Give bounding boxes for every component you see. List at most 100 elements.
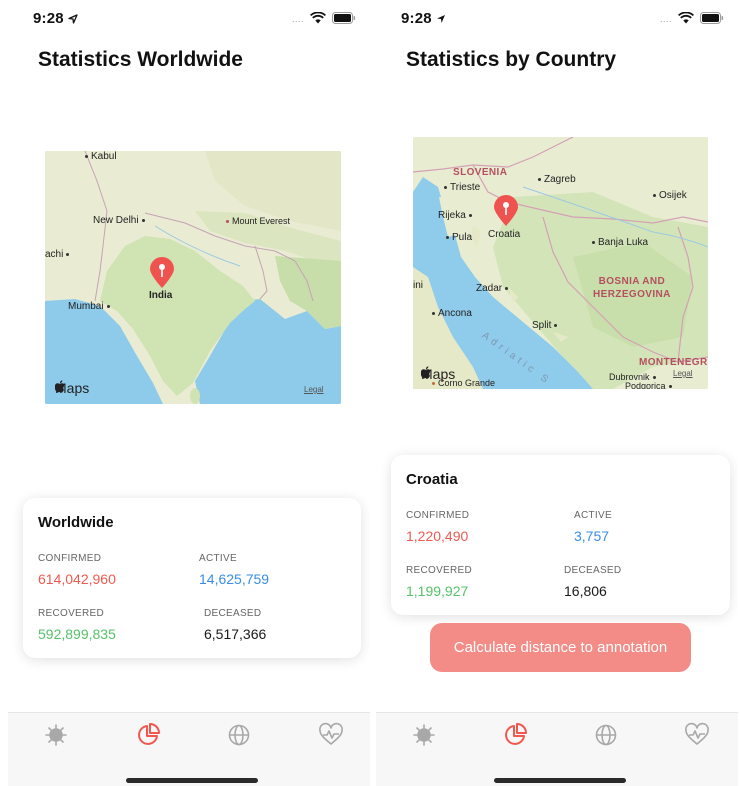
city-dot <box>554 323 558 327</box>
legal-link[interactable]: Legal <box>673 369 693 378</box>
map-label-pula: Pula <box>443 232 472 243</box>
city-dot <box>85 154 88 158</box>
country-screen: 9:28 .... Statistics by Country SLOVENIA… <box>376 0 738 786</box>
city-dot <box>141 218 145 222</box>
map-label-montenegro: MONTENEGR <box>639 357 708 368</box>
location-arrow-icon <box>436 15 445 23</box>
world-map-terrain <box>45 151 341 404</box>
deceased-label: DECEASED <box>204 608 262 619</box>
map-label-trieste-text: Trieste <box>450 182 481 193</box>
city-dot <box>446 235 449 239</box>
active-value: 3,757 <box>574 528 610 544</box>
map-label-achi: achi <box>45 249 72 260</box>
map-label-mount-everest: Mount Everest <box>223 216 290 226</box>
map-label-banja-luka-text: Banja Luka <box>598 237 649 248</box>
confirmed-value: 1,220,490 <box>406 528 469 544</box>
status-time: 9:28 <box>33 10 78 27</box>
city-dot <box>538 177 541 181</box>
active-value: 14,625,759 <box>199 571 270 587</box>
wifi-icon <box>678 11 694 23</box>
map-label-split-text: Split <box>532 320 552 331</box>
city-dot <box>444 185 447 189</box>
map-label-osijek-text: Osijek <box>659 190 687 201</box>
map-pin-icon[interactable] <box>493 195 519 227</box>
legal-link[interactable]: Legal <box>304 385 324 394</box>
city-dot <box>106 304 110 308</box>
status-indicators: .... <box>660 11 724 24</box>
map-label-india: India <box>149 290 173 301</box>
map-label-new-delhi-text: New Delhi <box>93 215 139 226</box>
battery-icon <box>332 11 356 24</box>
city-dot <box>592 240 595 244</box>
map-label-rijeka: Rijeka <box>438 210 475 221</box>
page-title: Statistics Worldwide <box>38 48 243 71</box>
map-label-corno-grande: Corno Grande <box>429 378 495 388</box>
map-label-zadar-text: Zadar <box>476 283 503 294</box>
stats-card: Croatia CONFIRMED 1,220,490 ACTIVE 3,757… <box>391 455 730 615</box>
status-bar: 9:28 .... <box>8 8 370 28</box>
peak-dot <box>432 382 435 386</box>
map-label-croatia: Croatia <box>488 229 521 240</box>
peak-dot <box>226 220 229 224</box>
map-label-pula-text: Pula <box>452 232 473 243</box>
worldwide-screen: 9:28 .... Statistics Worldwide Kabul New… <box>8 0 370 786</box>
map-label-kabul-text: Kabul <box>91 151 117 162</box>
map-label-zagreb-text: Zagreb <box>544 174 576 185</box>
tab-bar <box>376 712 738 786</box>
map-label-zadar: Zadar <box>476 283 511 294</box>
heart-pulse-icon[interactable] <box>317 721 345 749</box>
recovered-label: RECOVERED <box>406 565 473 576</box>
status-indicators: .... <box>292 11 356 24</box>
city-dot <box>468 213 472 217</box>
stats-card: Worldwide CONFIRMED 614,042,960 ACTIVE 1… <box>23 498 361 658</box>
world-map[interactable]: Kabul New Delhi Mount Everest achi Mumba… <box>45 151 341 404</box>
country-map[interactable]: SLOVENIA Trieste Zagreb Osijek Rijeka Pu… <box>413 137 708 389</box>
map-label-mumbai-text: Mumbai <box>68 301 104 312</box>
confirmed-value: 614,042,960 <box>38 571 116 587</box>
heart-pulse-icon[interactable] <box>683 721 711 749</box>
map-label-corno-grande-text: Corno Grande <box>438 378 496 388</box>
wifi-icon <box>310 11 326 23</box>
map-label-bosnia: BOSNIA AND HERZEGOVINA <box>593 276 671 300</box>
status-time-text: 9:28 <box>33 10 64 27</box>
map-label-new-delhi: New Delhi <box>93 215 148 226</box>
confirmed-label: CONFIRMED <box>38 553 102 564</box>
status-time-text: 9:28 <box>401 10 432 27</box>
pie-chart-icon[interactable] <box>134 721 162 749</box>
globe-icon[interactable] <box>225 721 253 749</box>
location-arrow-icon <box>68 14 78 24</box>
map-label-zagreb: Zagreb <box>535 174 576 185</box>
virus-icon[interactable] <box>410 721 438 749</box>
map-label-ancona: Ancona <box>429 308 472 319</box>
card-title: Croatia <box>406 471 458 488</box>
map-label-kabul: Kabul <box>82 151 117 162</box>
map-label-ancona-text: Ancona <box>438 308 472 319</box>
status-bar: 9:28 .... <box>376 8 738 28</box>
city-dot <box>432 311 435 315</box>
map-label-podgorica: Podgorica <box>625 381 675 389</box>
pie-chart-icon[interactable] <box>501 721 529 749</box>
active-label: ACTIVE <box>199 553 237 564</box>
tab-bar <box>8 712 370 786</box>
signal-dots: .... <box>659 14 672 24</box>
calculate-distance-button[interactable]: Calculate distance to annotation <box>430 623 691 672</box>
battery-icon <box>700 11 724 24</box>
card-title: Worldwide <box>38 514 114 531</box>
virus-icon[interactable] <box>42 721 70 749</box>
apple-logo-icon <box>55 380 65 393</box>
status-time: 9:28 <box>401 10 446 27</box>
recovered-value: 1,199,927 <box>406 583 469 599</box>
deceased-label: DECEASED <box>564 565 622 576</box>
city-dot <box>653 193 656 197</box>
city-dot <box>66 252 70 256</box>
map-pin-icon[interactable] <box>149 257 175 289</box>
page-title: Statistics by Country <box>406 48 617 71</box>
deceased-value: 16,806 <box>564 583 607 599</box>
deceased-value: 6,517,366 <box>204 626 267 642</box>
map-label-ini: ini <box>413 280 424 291</box>
map-label-achi-text: achi <box>45 249 64 260</box>
active-label: ACTIVE <box>574 510 612 521</box>
map-label-mount-everest-text: Mount Everest <box>232 216 291 226</box>
confirmed-label: CONFIRMED <box>406 510 470 521</box>
globe-icon[interactable] <box>592 721 620 749</box>
